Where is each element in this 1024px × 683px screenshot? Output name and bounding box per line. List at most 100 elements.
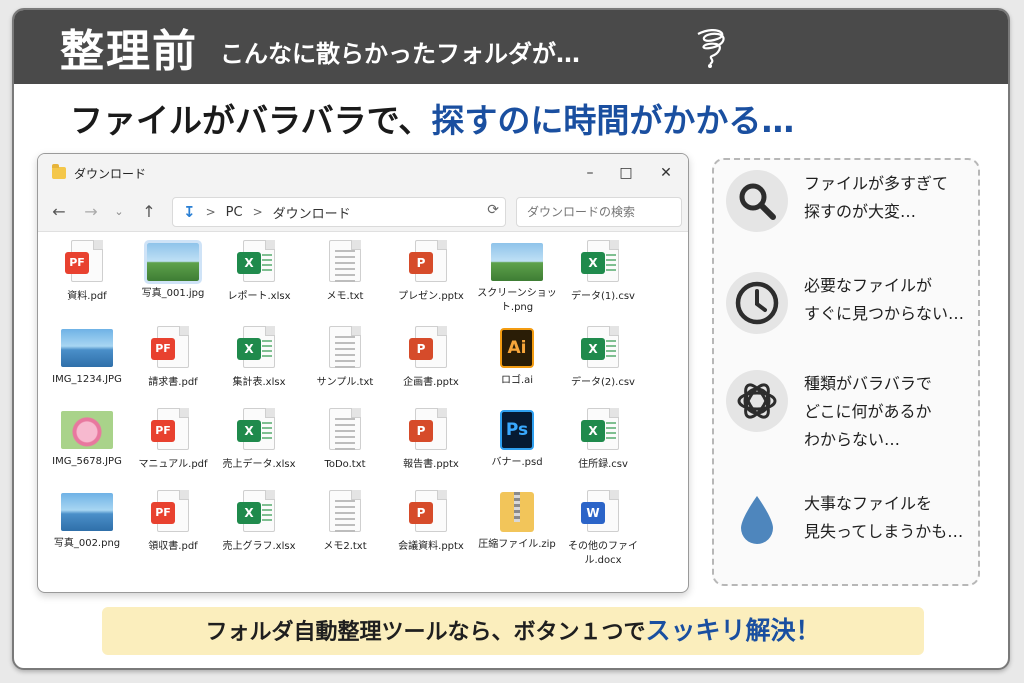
excel-file-icon: X (237, 326, 277, 370)
drop-icon (726, 490, 788, 552)
header-subtitle: こんなに散らかったフォルダが… (220, 39, 580, 68)
excel-file-icon: X (237, 490, 277, 534)
powerpoint-file-icon: P (409, 490, 449, 534)
minimize-button[interactable]: – (576, 162, 604, 184)
file-name: IMG_5678.JPG (52, 456, 122, 467)
text-file-icon (327, 408, 363, 452)
headline: ファイルがバラバラで、探すのに時間がかかる… (70, 94, 794, 142)
file-item[interactable]: X レポート.xlsx (216, 240, 302, 304)
file-item[interactable]: IMG_5678.JPG (44, 408, 130, 469)
maximize-button[interactable]: □ (612, 162, 640, 184)
file-item[interactable]: PF 領収書.pdf (130, 490, 216, 554)
file-item[interactable]: X 集計表.xlsx (216, 326, 302, 390)
file-item[interactable]: 圧縮ファイル.zip (474, 490, 560, 552)
pdf-file-icon: PF (151, 490, 191, 534)
file-item[interactable]: X 住所録.csv (560, 408, 646, 472)
chevron-right-icon: > (205, 205, 216, 219)
up-arrow-icon[interactable]: ↑ (138, 201, 160, 223)
file-name: 集計表.xlsx (232, 377, 286, 388)
file-item[interactable]: 写真_001.jpg (130, 240, 216, 301)
tangle-icon (726, 370, 788, 432)
file-name: レポート.xlsx (227, 291, 291, 302)
chevron-right-icon: > (252, 205, 263, 219)
close-button[interactable]: ✕ (652, 162, 680, 184)
file-name: 圧縮ファイル.zip (478, 539, 556, 550)
file-name: 領収書.pdf (148, 541, 198, 552)
file-name: 請求書.pdf (148, 377, 198, 388)
banner-text: フォルダ自動整理ツールなら、ボタン１つで (205, 620, 646, 645)
file-name: マニュアル.pdf (138, 459, 208, 470)
file-explorer-window: ダウンロード – □ ✕ ← → ⌄ ↑ ↧ > PC > ダウンロード ⟳ P… (37, 153, 689, 593)
file-name: メモ2.txt (323, 541, 367, 552)
file-item[interactable]: 写真_002.png (44, 490, 130, 551)
powerpoint-file-icon: P (409, 408, 449, 452)
file-item[interactable]: サンプル.txt (302, 326, 388, 390)
file-item[interactable]: スクリーンショット.png (474, 240, 560, 315)
file-item[interactable]: ToDo.txt (302, 408, 388, 472)
file-name: バナー.psd (491, 457, 543, 468)
search-input[interactable] (516, 197, 682, 227)
file-name: データ(2).csv (571, 377, 635, 388)
file-item[interactable]: PF マニュアル.pdf (130, 408, 216, 472)
pain-point-text: 必要なファイルが すぐに見つからない… (804, 276, 965, 323)
file-item[interactable]: メモ.txt (302, 240, 388, 304)
file-name: 売上グラフ.xlsx (222, 541, 296, 552)
file-item[interactable]: Ai ロゴ.ai (474, 326, 560, 388)
file-name: 売上データ.xlsx (222, 459, 296, 470)
window-title: ダウンロード (74, 166, 147, 181)
file-item[interactable]: IMG_1234.JPG (44, 326, 130, 387)
file-item[interactable]: Ps バナー.psd (474, 408, 560, 470)
headline-accent: 探すのに時間がかかる… (431, 101, 795, 140)
breadcrumb-pc[interactable]: PC (226, 205, 243, 220)
back-arrow-icon[interactable]: ← (48, 201, 70, 223)
pdf-file-icon: PF (151, 408, 191, 452)
refresh-icon[interactable]: ⟳ (487, 202, 499, 218)
dizzy-swirl-icon (697, 29, 725, 68)
window-titlebar: ダウンロード – □ ✕ (38, 154, 688, 192)
banner-accent: スッキリ解決！ (645, 616, 821, 645)
file-name: 資料.pdf (67, 291, 107, 302)
file-name: 企画書.pptx (403, 377, 459, 388)
file-name: 報告書.pptx (403, 459, 459, 470)
pain-point-text: 大事なファイルを 見失ってしまうかも… (804, 494, 964, 541)
pain-points-panel: ファイルが多すぎて 探すのが大変… 必要なファイルが すぐに見つからない… 種類… (712, 158, 980, 586)
pain-point-text: ファイルが多すぎて 探すのが大変… (804, 174, 949, 221)
file-grid: PF 資料.pdf 写真_001.jpg X レポート.xlsx メモ.txt P プレゼン.… (44, 240, 684, 590)
word-file-icon: W (581, 490, 621, 534)
forward-arrow-icon[interactable]: → (80, 201, 102, 223)
file-item[interactable]: PF 請求書.pdf (130, 326, 216, 390)
file-item[interactable]: X 売上グラフ.xlsx (216, 490, 302, 554)
file-name: その他のファイル.docx (568, 541, 638, 566)
file-item[interactable]: X データ(1).csv (560, 240, 646, 304)
file-item[interactable]: P 会議資料.pptx (388, 490, 474, 554)
header-bar: 整理前 こんなに散らかったフォルダが… (14, 10, 1008, 84)
pain-point-item: ファイルが多すぎて 探すのが大変… (726, 170, 976, 232)
file-item[interactable]: PF 資料.pdf (44, 240, 130, 304)
address-bar[interactable]: ↧ > PC > ダウンロード ⟳ (172, 197, 506, 227)
file-item[interactable]: P プレゼン.pptx (388, 240, 474, 304)
download-icon: ↧ (183, 203, 196, 221)
file-item[interactable]: X データ(2).csv (560, 326, 646, 390)
file-item[interactable]: W その他のファイル.docx (560, 490, 646, 568)
file-name: ロゴ.ai (500, 375, 534, 386)
text-file-icon (327, 326, 363, 370)
file-item[interactable]: X 売上データ.xlsx (216, 408, 302, 472)
pain-point-item: 必要なファイルが すぐに見つからない… (726, 272, 976, 334)
text-file-icon (327, 490, 363, 534)
folder-icon (52, 164, 66, 179)
powerpoint-file-icon: P (409, 240, 449, 284)
breadcrumb-folder[interactable]: ダウンロード (273, 203, 351, 222)
pdf-file-icon: PF (65, 240, 105, 284)
file-item[interactable]: P 報告書.pptx (388, 408, 474, 472)
landscape-photo-icon (144, 240, 202, 284)
header-title: 整理前 (60, 26, 198, 77)
landscape-photo-icon (491, 243, 543, 281)
file-item[interactable]: メモ2.txt (302, 490, 388, 554)
excel-file-icon: X (581, 326, 621, 370)
excel-file-icon: X (581, 240, 621, 284)
file-item[interactable]: P 企画書.pptx (388, 326, 474, 390)
lake-photo-icon (61, 329, 113, 367)
pdf-file-icon: PF (151, 326, 191, 370)
magnifier-icon (726, 170, 788, 232)
recent-chevron-icon[interactable]: ⌄ (108, 201, 130, 223)
